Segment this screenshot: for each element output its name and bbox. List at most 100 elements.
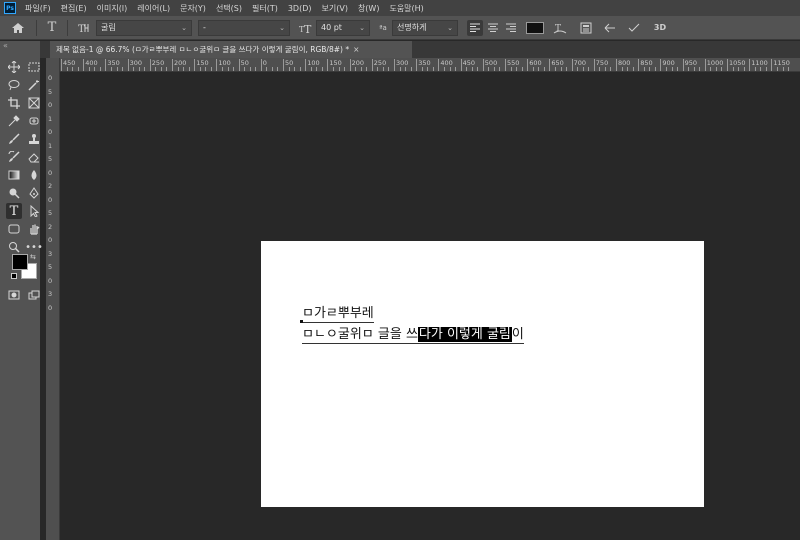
ruler-tick — [288, 67, 290, 71]
ruler-label: 400 — [85, 59, 98, 67]
rectangle-tool-icon[interactable] — [6, 221, 22, 237]
frame-tool-icon[interactable] — [26, 95, 42, 111]
menu-help[interactable]: 도움말(H) — [384, 3, 428, 14]
ruler-tick — [699, 67, 701, 71]
horizontal-ruler[interactable]: 450 400 350 300 250 200 150 100 50 0 50 100 150 200 25… — [60, 58, 800, 72]
ruler-label: 50 — [240, 59, 249, 67]
move-tool-icon[interactable] — [6, 59, 22, 75]
commit-edits-icon[interactable] — [624, 18, 644, 38]
ruler-tick — [493, 67, 495, 71]
menu-file[interactable]: 파일(F) — [20, 3, 56, 14]
ruler-tick — [199, 67, 201, 71]
ruler-label: 400 — [440, 59, 453, 67]
quick-mask-icon[interactable] — [6, 287, 22, 303]
font-family-select[interactable]: 굴림 ⌄ — [96, 19, 192, 36]
document-tab[interactable]: 제목 없음-1 @ 66.7% (ㅁ가ㄹ뿌부레 ㅁㄴㅇ굴위ㅁ 글을 쓰다가 이렇… — [50, 41, 412, 58]
ruler-label: 600 — [529, 59, 542, 67]
ruler-label: 1000 — [706, 59, 724, 67]
ruler-label: 900 — [662, 59, 675, 67]
path-selection-icon[interactable] — [26, 203, 42, 219]
type-tool-preset-icon[interactable]: T — [43, 18, 61, 38]
align-center-button[interactable] — [485, 20, 501, 36]
chevron-down-icon: ⌄ — [279, 23, 285, 32]
menu-type[interactable]: 문자(Y) — [175, 3, 211, 14]
font-style-select[interactable]: - ⌄ — [198, 19, 290, 36]
ruler-tick — [671, 67, 673, 71]
ruler-tick — [727, 59, 728, 71]
menu-edit[interactable]: 편집(E) — [56, 3, 92, 14]
history-brush-icon[interactable] — [6, 149, 22, 165]
ruler-tick — [99, 67, 101, 71]
vertical-ruler[interactable]: 0 5 0 1 0 1 5 0 2 0 5 2 0 3 5 0 3 0 — [46, 58, 60, 540]
close-tab-icon[interactable]: × — [353, 45, 359, 54]
hand-tool-icon[interactable] — [26, 221, 42, 237]
ruler-tick — [677, 67, 679, 71]
ruler-tick — [216, 59, 218, 71]
ruler-label: 300 — [396, 59, 409, 67]
ruler-tick — [654, 67, 656, 71]
warp-text-icon[interactable]: T — [550, 18, 570, 38]
font-style-value: - — [203, 23, 206, 32]
3d-icon[interactable]: 3D — [650, 18, 670, 38]
ruler-tick — [194, 59, 196, 71]
menu-image[interactable]: 이미지(I) — [92, 3, 133, 14]
menu-select[interactable]: 선택(S) — [211, 3, 247, 14]
menu-3d[interactable]: 3D(D) — [283, 4, 317, 13]
ruler-tick — [460, 59, 462, 71]
type-tool-icon[interactable]: T — [6, 203, 22, 219]
ruler-tick — [382, 67, 384, 71]
align-right-button[interactable] — [503, 20, 519, 36]
ruler-tick — [466, 67, 468, 71]
divider — [67, 19, 68, 36]
toggle-text-orientation-icon[interactable]: T — [74, 18, 94, 38]
default-colors-icon[interactable] — [11, 273, 17, 279]
swap-colors-icon[interactable]: ⇆ — [30, 253, 36, 261]
ruler-tick — [749, 59, 751, 71]
zoom-tool-icon[interactable] — [6, 239, 22, 255]
lasso-tool-icon[interactable] — [6, 77, 22, 93]
eyedropper-tool-icon[interactable] — [6, 113, 22, 129]
ruler-label: 750 — [595, 59, 609, 67]
ruler-tick — [760, 67, 762, 71]
menu-view[interactable]: 보기(V) — [317, 3, 353, 14]
cancel-edits-icon[interactable] — [600, 18, 620, 38]
eraser-tool-icon[interactable] — [26, 149, 42, 165]
foreground-color-swatch[interactable] — [12, 254, 28, 270]
ruler-tick — [221, 67, 223, 71]
dodge-tool-icon[interactable] — [6, 185, 22, 201]
anti-alias-select[interactable]: 선명하게 ⌄ — [392, 19, 458, 36]
menu-layer[interactable]: 레이어(L) — [132, 3, 175, 14]
ruler-tick — [88, 67, 90, 71]
font-size-select[interactable]: 40 pt ⌄ — [316, 19, 370, 36]
blur-tool-icon[interactable] — [26, 167, 42, 183]
document-canvas[interactable]: ㅁ가ㄹ뿌부레 ㅁㄴㅇ굴위ㅁ 글을 쓰다가 이렇게 굴림이 — [261, 241, 704, 507]
spot-healing-icon[interactable] — [26, 113, 42, 129]
ruler-tick — [638, 59, 640, 71]
text-layer-line-2[interactable]: ㅁㄴㅇ굴위ㅁ 글을 쓰다가 이렇게 굴림이 — [302, 327, 524, 344]
clone-stamp-icon[interactable] — [26, 131, 42, 147]
pen-tool-icon[interactable] — [26, 185, 42, 201]
gradient-tool-icon[interactable] — [6, 167, 22, 183]
magic-wand-icon[interactable] — [26, 77, 42, 93]
align-left-button[interactable] — [467, 19, 483, 36]
ruler-tick — [305, 59, 307, 71]
collapse-icon[interactable]: « — [0, 41, 40, 55]
crop-tool-icon[interactable] — [6, 95, 22, 111]
ruler-tick — [188, 67, 190, 71]
ruler-label: 150 — [196, 59, 209, 67]
text-color-swatch[interactable] — [526, 21, 544, 34]
ruler-tick — [155, 67, 157, 71]
ruler-tick — [127, 59, 129, 71]
menu-window[interactable]: 창(W) — [353, 3, 385, 14]
brush-tool-icon[interactable] — [6, 131, 22, 147]
screen-mode-icon[interactable] — [26, 287, 42, 303]
ruler-label: 2 — [48, 222, 53, 231]
character-panel-icon[interactable] — [576, 18, 596, 38]
text-layer-line-1[interactable]: ㅁ가ㄹ뿌부레 — [302, 306, 374, 323]
ruler-label: 0 — [262, 59, 267, 67]
ruler-label: 800 — [618, 59, 631, 67]
marquee-tool-icon[interactable] — [26, 59, 42, 75]
home-icon[interactable] — [6, 18, 30, 38]
align-right-icon — [506, 23, 516, 32]
menu-filter[interactable]: 필터(T) — [247, 3, 283, 14]
